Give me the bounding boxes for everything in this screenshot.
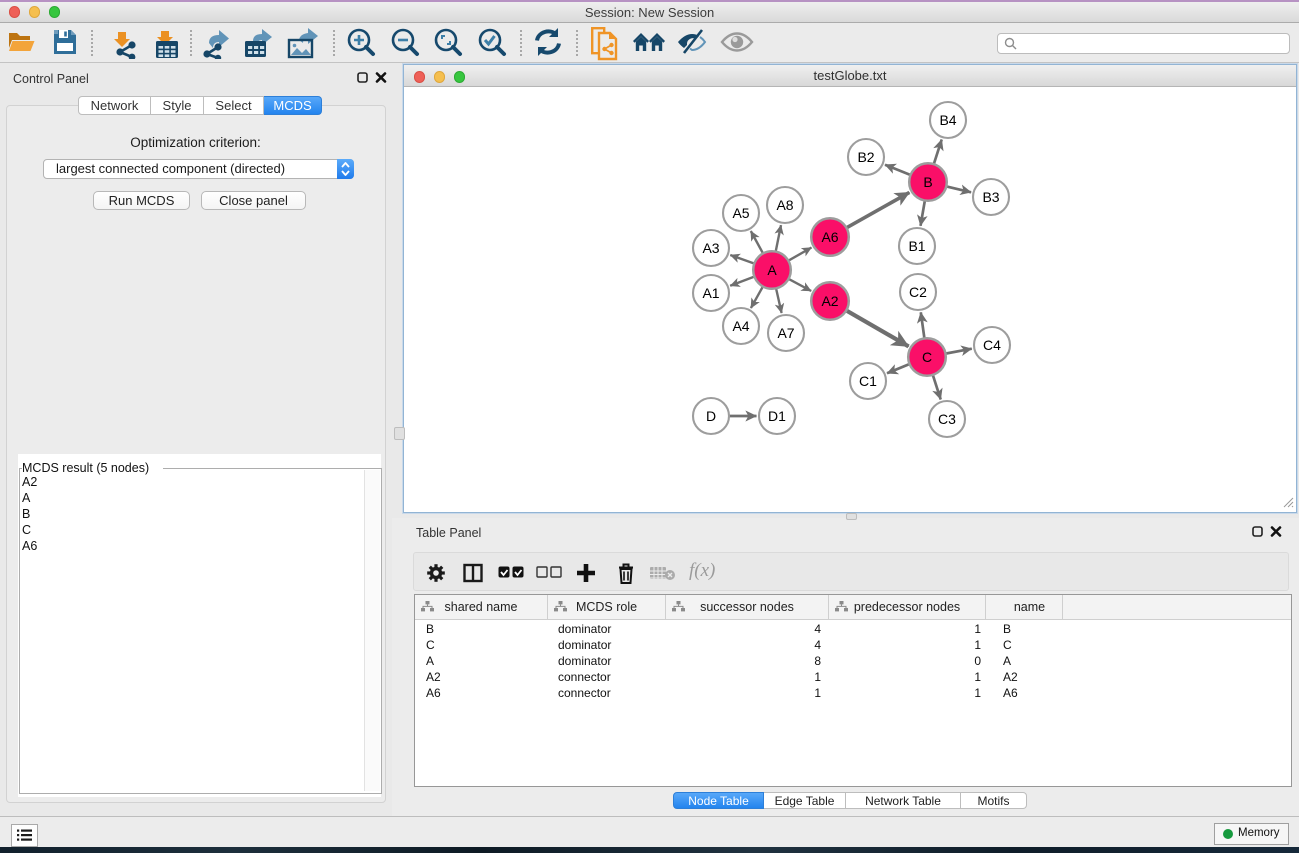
svg-text:B3: B3 xyxy=(982,189,999,205)
svg-text:A2: A2 xyxy=(821,293,838,309)
svg-text:B2: B2 xyxy=(857,149,874,165)
svg-text:C2: C2 xyxy=(909,284,927,300)
svg-text:A5: A5 xyxy=(732,205,749,221)
svg-text:A7: A7 xyxy=(777,325,794,341)
svg-text:A3: A3 xyxy=(702,240,719,256)
svg-text:C4: C4 xyxy=(983,337,1001,353)
svg-text:C: C xyxy=(922,349,932,365)
svg-text:B4: B4 xyxy=(939,112,956,128)
svg-text:A6: A6 xyxy=(821,229,838,245)
svg-text:C1: C1 xyxy=(859,373,877,389)
svg-text:B: B xyxy=(923,174,932,190)
svg-text:A: A xyxy=(767,262,777,278)
svg-text:D: D xyxy=(706,408,716,424)
svg-text:A1: A1 xyxy=(702,285,719,301)
svg-text:A4: A4 xyxy=(732,318,749,334)
svg-text:D1: D1 xyxy=(768,408,786,424)
svg-text:C3: C3 xyxy=(938,411,956,427)
svg-text:A8: A8 xyxy=(776,197,793,213)
svg-text:B1: B1 xyxy=(908,238,925,254)
